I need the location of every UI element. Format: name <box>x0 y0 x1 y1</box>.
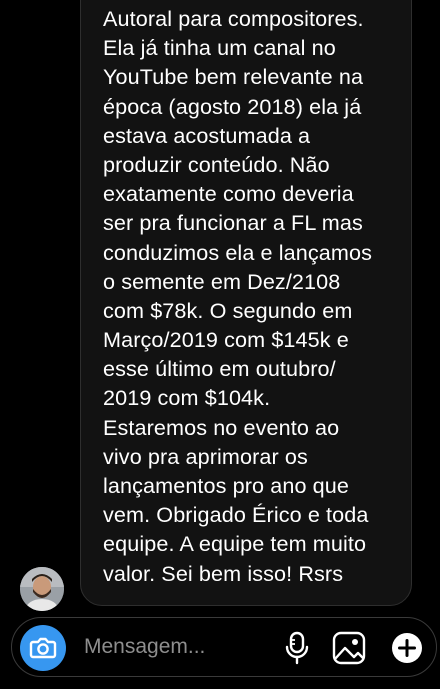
microphone-button[interactable] <box>280 630 314 666</box>
microphone-icon <box>285 631 309 665</box>
message-line: exatamente como deveria <box>103 181 354 207</box>
message-line: lançamentos pro ano que <box>103 473 349 498</box>
message-line: valor. Sei bem isso! Rsrs <box>103 560 344 586</box>
message-line: com $78k. O segundo em <box>103 297 353 323</box>
camera-button[interactable] <box>20 625 66 671</box>
message-line: Estaremos no evento ao <box>103 414 340 440</box>
message-line: o semente em Dez/2108 <box>103 268 341 294</box>
sender-avatar[interactable] <box>20 567 64 611</box>
avatar-image <box>20 567 64 611</box>
camera-icon <box>29 637 57 659</box>
message-line: esse último em outubro/ <box>103 356 336 382</box>
gallery-icon <box>332 631 366 665</box>
message-line: Autoral para compositores. <box>103 6 364 31</box>
gallery-button[interactable] <box>330 630 370 666</box>
message-line: vivo pra aprimorar os <box>103 443 308 469</box>
message-line: estava acostumada a <box>103 122 311 148</box>
message-line: equipe. A equipe tem muito <box>103 531 367 557</box>
message-input[interactable] <box>84 632 274 662</box>
message-bubble[interactable]: Autoral para compositores. Ela já tinha … <box>80 0 412 606</box>
message-thread: Autoral para compositores. Ela já tinha … <box>0 0 440 615</box>
message-line: YouTube bem relevante na <box>103 64 364 90</box>
message-line: ser pra funcionar a FL mas <box>103 210 363 236</box>
add-button[interactable] <box>390 631 424 665</box>
message-line: produzir conteúdo. Não <box>103 151 330 177</box>
message-line: época (agosto 2018) ela já <box>103 93 362 119</box>
message-line: Ela já tinha um canal no <box>103 35 336 61</box>
message-line: Março/2019 com $145k e <box>103 327 349 353</box>
message-composer <box>11 617 437 677</box>
message-line: 2019 com $104k. <box>103 385 271 411</box>
message-line: vem. Obrigado Érico e toda <box>103 502 369 528</box>
plus-icon <box>392 633 422 663</box>
message-line: conduzimos ela e lançamos <box>103 239 372 265</box>
